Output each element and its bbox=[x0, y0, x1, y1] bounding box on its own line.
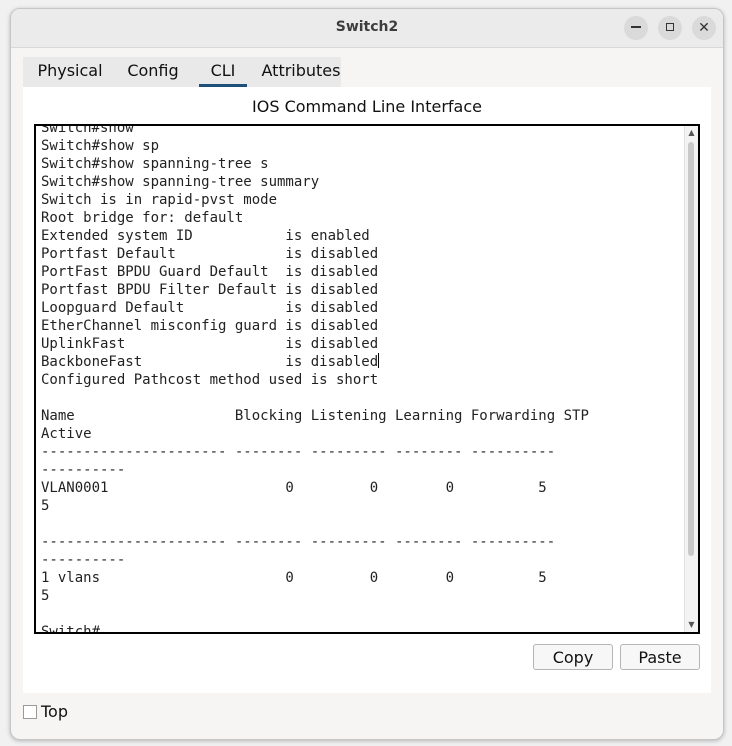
cli-line: ---------------------- -------- --------… bbox=[41, 534, 556, 550]
cli-line: 5 bbox=[41, 588, 50, 604]
cli-line: Loopguard Default is disabled bbox=[41, 300, 379, 316]
cli-line: BackboneFast is disabled bbox=[41, 354, 379, 370]
cli-line: Switch#show bbox=[41, 124, 134, 136]
close-button[interactable]: ✕ bbox=[692, 16, 716, 40]
cli-line: Switch# bbox=[41, 624, 101, 634]
top-label: Top bbox=[41, 702, 68, 721]
text-cursor bbox=[378, 353, 380, 368]
tab-attributes[interactable]: Attributes bbox=[259, 57, 343, 87]
top-checkbox[interactable] bbox=[23, 705, 37, 719]
close-icon: ✕ bbox=[698, 20, 710, 36]
minimize-button[interactable] bbox=[624, 16, 648, 40]
tab-physical[interactable]: Physical bbox=[31, 57, 109, 87]
tab-cli[interactable]: CLI bbox=[199, 57, 247, 87]
title-bar[interactable]: Switch2 ✕ bbox=[11, 9, 723, 48]
paste-button[interactable]: Paste bbox=[620, 644, 700, 670]
scroll-down-icon[interactable]: ▼ bbox=[685, 618, 698, 632]
cli-line: UplinkFast is disabled bbox=[41, 336, 379, 352]
cli-line: Portfast Default is disabled bbox=[41, 246, 379, 262]
scroll-thumb[interactable] bbox=[688, 142, 694, 556]
cli-line: Switch is in rapid-pvst mode bbox=[41, 192, 278, 208]
window-title: Switch2 bbox=[335, 19, 399, 35]
cli-line: ---------- bbox=[41, 462, 126, 478]
cli-panel: IOS Command Line Interface Switch#show S… bbox=[23, 87, 711, 693]
maximize-icon bbox=[666, 22, 674, 31]
switch-window: Switch2 ✕ Physical Config CLI Attributes… bbox=[10, 8, 724, 740]
cli-line: Name Blocking Listening Learning Forward… bbox=[41, 408, 589, 424]
cli-line: PortFast BPDU Guard Default is disabled bbox=[41, 264, 379, 280]
cli-line: Portfast BPDU Filter Default is disabled bbox=[41, 282, 379, 298]
cli-line: ---------------------- -------- --------… bbox=[41, 444, 556, 460]
scroll-up-icon[interactable]: ▲ bbox=[685, 126, 698, 140]
cli-heading: IOS Command Line Interface bbox=[252, 97, 482, 116]
cli-line: ---------- bbox=[41, 552, 126, 568]
cli-line: Extended system ID is enabled bbox=[41, 228, 370, 244]
cli-line: VLAN0001 0 0 0 5 bbox=[41, 480, 547, 496]
minimize-icon bbox=[631, 26, 641, 28]
cli-line: Active bbox=[41, 426, 92, 442]
copy-button[interactable]: Copy bbox=[533, 644, 613, 670]
cli-line: Root bridge for: default bbox=[41, 210, 244, 226]
terminal-scrollbar[interactable]: ▲ ▼ bbox=[684, 126, 698, 632]
cli-output[interactable]: Switch#show Switch#show sp Switch#show s… bbox=[41, 124, 589, 634]
cli-line: Switch#show spanning-tree s bbox=[41, 156, 269, 172]
cli-line: Configured Pathcost method used is short bbox=[41, 372, 379, 388]
cli-line: EtherChannel misconfig guard is disabled bbox=[41, 318, 379, 334]
cli-line: Switch#show spanning-tree summary bbox=[41, 174, 320, 190]
cli-line: 5 bbox=[41, 498, 50, 514]
maximize-button[interactable] bbox=[658, 16, 682, 40]
cli-terminal[interactable]: Switch#show Switch#show sp Switch#show s… bbox=[34, 124, 700, 634]
tab-bar: Physical Config CLI Attributes bbox=[23, 57, 341, 87]
tab-config[interactable]: Config bbox=[123, 57, 183, 87]
cli-line: 1 vlans 0 0 0 5 bbox=[41, 570, 547, 586]
cli-line: Switch#show sp bbox=[41, 138, 160, 154]
